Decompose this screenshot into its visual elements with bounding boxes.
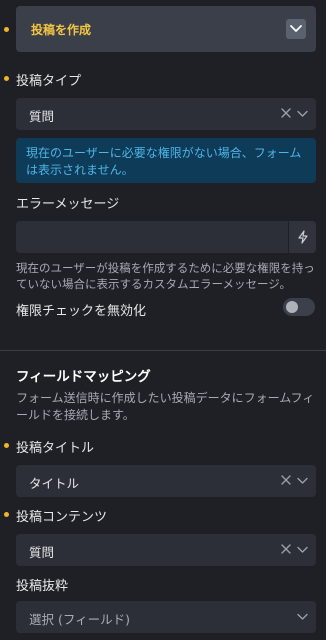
chevron-down-icon[interactable] <box>297 477 308 485</box>
clear-x-icon[interactable] <box>280 107 292 119</box>
post-title-label: 投稿タイトル <box>16 441 95 456</box>
chevron-down-icon <box>290 25 302 32</box>
section-divider <box>0 350 326 351</box>
error-message-help: 現在のユーザーが投稿を作成するために必要な権限を持っていない場合に表示するカスタ… <box>16 261 315 291</box>
post-type-label: 投稿タイプ <box>16 74 82 89</box>
post-title-value: タイトル <box>29 476 80 491</box>
field-mapping-title: フィールドマッピング <box>16 369 151 385</box>
post-content-value: 質問 <box>29 545 55 560</box>
clear-x-icon[interactable] <box>280 543 292 555</box>
clear-x-icon[interactable] <box>280 474 292 486</box>
required-indicator <box>4 512 9 517</box>
post-excerpt-placeholder: 選択 (フィールド) <box>29 612 130 627</box>
post-excerpt-label: 投稿抜粋 <box>16 579 69 594</box>
chevron-down-icon[interactable] <box>297 110 308 118</box>
permission-info-notice: 現在のユーザーに必要な権限がない場合、フォームは表示されません。 <box>16 138 316 183</box>
action-select-value: 投稿を作成 <box>31 23 92 37</box>
field-mapping-description: フォーム送信時に作成したい投稿データにフォームフィールドを接続します。 <box>16 391 315 422</box>
action-select-toggle[interactable] <box>286 19 306 39</box>
post-excerpt-select[interactable]: 選択 (フィールド) <box>16 601 316 633</box>
required-indicator <box>4 443 9 448</box>
post-content-select[interactable]: 質問 <box>16 534 316 566</box>
post-type-value: 質問 <box>29 109 55 124</box>
required-indicator <box>4 76 9 81</box>
dynamic-data-button[interactable] <box>288 221 316 253</box>
error-message-label: エラーメッセージ <box>16 197 120 212</box>
chevron-down-icon[interactable] <box>297 613 308 621</box>
post-title-select[interactable]: タイトル <box>16 465 316 497</box>
chevron-down-icon[interactable] <box>297 546 308 554</box>
bolt-icon <box>298 230 308 244</box>
post-content-label: 投稿コンテンツ <box>16 510 108 525</box>
action-select[interactable]: 投稿を作成 <box>16 6 316 52</box>
disable-permission-check-label: 権限チェックを無効化 <box>16 304 147 319</box>
required-indicator <box>4 27 9 32</box>
error-message-input[interactable] <box>16 221 316 253</box>
post-type-select[interactable]: 質問 <box>16 98 316 130</box>
toggle-knob <box>286 301 298 313</box>
disable-permission-check-toggle[interactable] <box>283 298 315 316</box>
